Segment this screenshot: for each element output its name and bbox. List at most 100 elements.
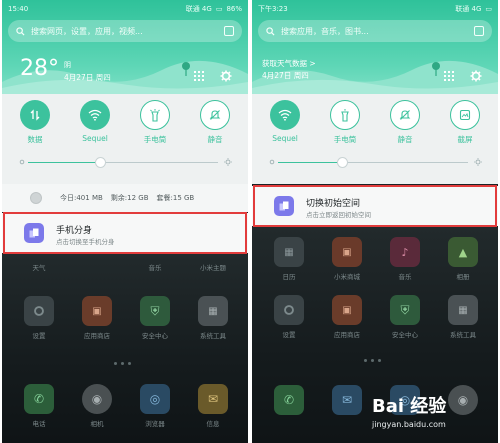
quick-settings-panel: Sequel 手电筒 静音 截屏 xyxy=(252,94,498,184)
mute-bell-icon xyxy=(399,110,411,120)
header-icons xyxy=(194,70,232,82)
toggle-wifi[interactable]: Sequel xyxy=(260,100,310,145)
phone-app-icon[interactable]: ✆ xyxy=(274,385,304,415)
screenshot-icon xyxy=(459,109,471,121)
toggle-data[interactable]: 数据 xyxy=(10,100,60,145)
brightness-high-icon xyxy=(474,158,482,166)
data-arrows-icon xyxy=(30,109,40,121)
search-bar[interactable]: 搜索应用，音乐，图书... xyxy=(258,20,492,42)
weather-condition: 阴 xyxy=(64,61,71,69)
weather-temp: 28° xyxy=(20,56,59,81)
toggle-data-circle[interactable] xyxy=(20,100,50,130)
messages-app-icon[interactable]: ✉ xyxy=(332,385,362,415)
toggle-mute[interactable]: 静音 xyxy=(190,100,240,145)
weather-widget[interactable]: 28° 阴 4月27日 周四 xyxy=(20,56,111,83)
mi-store-icon[interactable]: ▣ xyxy=(332,237,362,267)
brightness-fill xyxy=(278,162,343,163)
toggle-screenshot[interactable]: 截屏 xyxy=(440,100,490,145)
toggle-screenshot-circle[interactable] xyxy=(450,100,480,130)
system-tools-icon[interactable]: ▦ xyxy=(198,296,228,326)
app-label: 音乐 xyxy=(148,264,162,272)
toggle-flashlight-circle[interactable] xyxy=(330,100,360,130)
highlight-box xyxy=(3,212,247,254)
system-tools-icon[interactable]: ▦ xyxy=(448,295,478,325)
app-label: 相机 xyxy=(90,420,104,428)
brightness-knob[interactable] xyxy=(337,157,349,168)
toggle-flashlight[interactable]: 手电筒 xyxy=(320,100,370,145)
baidu-watermark: Bai 经验 jingyan.baidu.com xyxy=(372,392,490,429)
data-usage-remaining: 剩余:12 GB xyxy=(110,194,149,202)
toggle-wifi-label: Sequel xyxy=(82,134,108,143)
grid-icon[interactable] xyxy=(444,71,454,81)
app-store-icon[interactable]: ▣ xyxy=(82,296,112,326)
app-label: 系统工具 xyxy=(450,331,476,339)
weather-date: 4月27日 周四 xyxy=(64,73,111,82)
app-label: 小米商城 xyxy=(334,273,360,281)
gear-icon[interactable] xyxy=(470,70,482,82)
weather-fetch-link[interactable]: 获取天气数据 > xyxy=(262,58,316,70)
brightness-knob[interactable] xyxy=(94,157,106,168)
music-app-icon[interactable]: ♪ xyxy=(390,237,420,267)
quick-toggles: 数据 Sequel 手电筒 静音 xyxy=(10,100,240,145)
security-center-icon[interactable]: ⛨ xyxy=(390,295,420,325)
brightness-slider[interactable] xyxy=(268,157,482,168)
toggle-wifi[interactable]: Sequel xyxy=(70,100,120,145)
messages-app-icon[interactable]: ✉ xyxy=(198,384,228,414)
quick-settings-panel: 数据 Sequel 手电筒 静音 xyxy=(2,94,248,184)
camera-app-icon[interactable]: ◉ xyxy=(82,384,112,414)
status-carrier: 联通 4G xyxy=(185,5,212,13)
data-usage-total: 套餐:15 GB xyxy=(156,194,195,202)
right-phone-screen: 下午3:23 联通 4G ▭ 搜索应用，音乐，图书... 获取天气数据 > 4月… xyxy=(252,0,498,443)
wifi-icon xyxy=(278,109,292,121)
battery-icon: ▭ xyxy=(215,5,223,13)
status-battery: 86% xyxy=(226,5,242,13)
security-center-icon[interactable]: ⛨ xyxy=(140,296,170,326)
app-label: 系统工具 xyxy=(200,332,226,340)
app-label: 应用商店 xyxy=(334,331,360,339)
scan-icon[interactable] xyxy=(474,26,484,36)
data-usage-today: 今日:401 MB xyxy=(60,194,103,202)
app-label: 设置 xyxy=(282,331,296,339)
status-bar: 下午3:23 联通 4G ▭ xyxy=(258,3,492,15)
status-carrier: 联通 4G xyxy=(455,5,482,13)
app-label: 天气 xyxy=(32,264,46,272)
gear-icon[interactable] xyxy=(220,70,232,82)
notification-header: 下午3:23 联通 4G ▭ 搜索应用，音乐，图书... 获取天气数据 > 4月… xyxy=(252,0,498,94)
toggle-flashlight-label: 手电筒 xyxy=(143,135,167,144)
highlight-box xyxy=(253,185,497,227)
toggle-mute[interactable]: 静音 xyxy=(380,100,430,145)
wifi-icon xyxy=(88,109,102,121)
search-bar[interactable]: 搜索网页，设置，应用，视频... xyxy=(8,20,242,42)
gallery-app-icon[interactable]: ▲ xyxy=(448,237,478,267)
app-label: 小米主题 xyxy=(200,264,226,272)
phone-app-icon[interactable]: ✆ xyxy=(24,384,54,414)
toggle-flashlight-circle[interactable] xyxy=(140,100,170,130)
settings-app-icon[interactable] xyxy=(24,296,54,326)
toggle-wifi-circle[interactable] xyxy=(270,100,300,130)
weather-widget[interactable]: 获取天气数据 > 4月27日 周四 xyxy=(262,58,316,82)
app-label: 安全中心 xyxy=(392,331,418,339)
calendar-app-icon[interactable]: ▦ xyxy=(274,237,304,267)
watermark-url: jingyan.baidu.com xyxy=(372,420,446,429)
app-label: 信息 xyxy=(206,420,220,428)
brightness-fill xyxy=(28,162,101,163)
data-usage-icon xyxy=(30,192,42,204)
scan-icon[interactable] xyxy=(224,26,234,36)
status-bar: 15:40 联通 4G ▭ 86% xyxy=(8,3,242,15)
toggle-mute-circle[interactable] xyxy=(390,100,420,130)
app-label: 应用商店 xyxy=(84,332,110,340)
data-usage-row[interactable]: 今日:401 MB 剩余:12 GB 套餐:15 GB xyxy=(2,184,248,212)
app-label: 日历 xyxy=(282,273,296,281)
toggle-mute-circle[interactable] xyxy=(200,100,230,130)
brightness-slider[interactable] xyxy=(18,157,232,168)
toggle-wifi-circle[interactable] xyxy=(80,100,110,130)
toggle-data-label: 数据 xyxy=(27,135,43,144)
app-label: 安全中心 xyxy=(142,332,168,340)
settings-app-icon[interactable] xyxy=(274,295,304,325)
toggle-flashlight[interactable]: 手电筒 xyxy=(130,100,180,145)
brightness-low-icon xyxy=(19,159,25,165)
status-time: 15:40 xyxy=(8,5,29,13)
grid-icon[interactable] xyxy=(194,71,204,81)
browser-app-icon[interactable]: ◎ xyxy=(140,384,170,414)
app-store-icon[interactable]: ▣ xyxy=(332,295,362,325)
